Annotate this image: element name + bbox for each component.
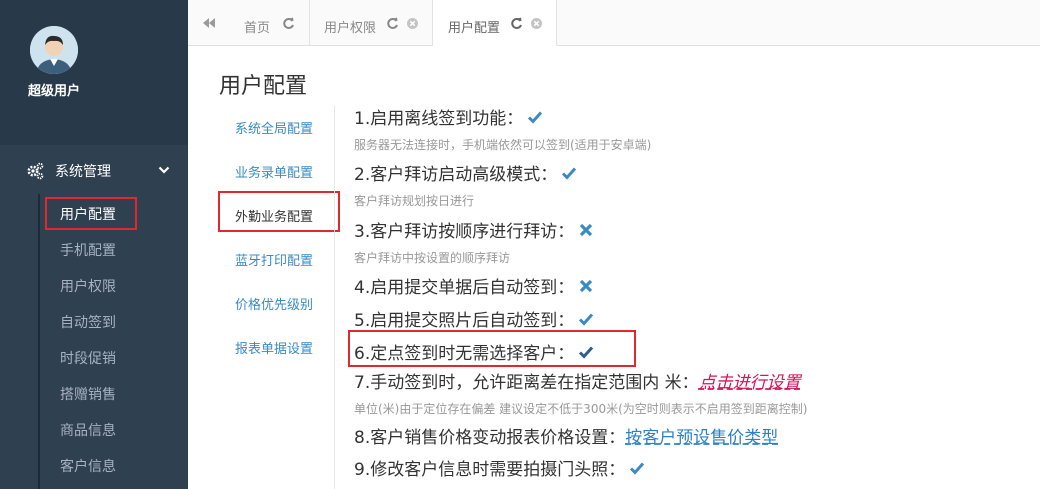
nav-global-config[interactable]: 系统全局配置 (235, 118, 313, 137)
refresh-icon[interactable] (386, 17, 399, 30)
option-label: 8.客户销售价格变动报表价格设置： (354, 428, 626, 448)
gears-icon (27, 162, 44, 180)
submenu-line (38, 194, 40, 489)
sidebar-item-timed-promotion[interactable]: 时段促销 (60, 348, 116, 368)
username: 超级用户 (28, 84, 81, 99)
user-profile: 超级用户 (0, 0, 188, 145)
menu-title: 系统管理 (55, 164, 111, 180)
option-3: 3.客户拜访按顺序进行拜访： (354, 217, 594, 242)
option-4: 4.启用提交单据后自动签到： (354, 273, 594, 298)
option-3-desc: 客户拜访中按设置的顺序拜访 (354, 251, 511, 265)
sidebar-item-customer-info[interactable]: 客户信息 (60, 456, 116, 476)
annotation-highlight-nav (218, 191, 340, 232)
close-icon[interactable] (530, 17, 543, 30)
backward-icon[interactable] (202, 16, 216, 30)
sidebar-item-mobile-config[interactable]: 手机配置 (60, 240, 116, 260)
option-label: 9.修改客户信息时需要拍摄门头照： (354, 460, 626, 480)
option-7: 7.手动签到时，允许距离差在指定范围内 米：点击进行设置 (354, 368, 801, 393)
option-9: 9.修改客户信息时需要拍摄门头照： (354, 455, 645, 480)
option-label: 3.客户拜访按顺序进行拜访： (354, 222, 575, 242)
tab-label: 用户配置 (448, 21, 501, 36)
option-5: 5.启用提交照片后自动签到： (354, 306, 594, 331)
annotation-highlight-option (348, 330, 636, 367)
menu-system-management[interactable]: 系统管理 (0, 150, 188, 192)
refresh-icon[interactable] (510, 17, 523, 30)
user-avatar-icon (30, 26, 78, 74)
nav-report-settings[interactable]: 报表单据设置 (235, 338, 313, 357)
distance-setting-link[interactable]: 点击进行设置 (699, 373, 801, 393)
page-title: 用户配置 (219, 74, 308, 99)
option-7-desc: 单位(米)由于定位存在偏差 建议设定不低于300米(为空时则表示不启用签到距离控… (354, 402, 808, 416)
nav-bluetooth-print-config[interactable]: 蓝牙打印配置 (235, 250, 313, 269)
tab-home[interactable]: 首页 (228, 0, 310, 46)
option-label: 5.启用提交照片后自动签到： (354, 311, 575, 331)
option-1: 1.启用离线签到功能： (354, 104, 543, 129)
tab-bar: 首页 用户权限 用户配置 (188, 0, 1040, 46)
avatar[interactable] (30, 26, 78, 74)
nav-price-priority[interactable]: 价格优先级别 (235, 294, 313, 313)
sidebar-item-product-info[interactable]: 商品信息 (60, 420, 116, 440)
divider (334, 106, 335, 489)
tab-label: 用户权限 (324, 21, 377, 36)
chevron-down-icon (158, 166, 170, 174)
check-icon[interactable] (578, 311, 594, 327)
main-content: 用户配置 系统全局配置 业务录单配置 外勤业务配置 蓝牙打印配置 价格优先级别 … (188, 46, 1040, 489)
price-type-link[interactable]: 按客户预设售价类型 (625, 428, 778, 448)
sidebar-item-user-permissions[interactable]: 用户权限 (60, 276, 116, 296)
sidebar-item-auto-signin[interactable]: 自动签到 (60, 312, 116, 332)
option-2: 2.客户拜访启动高级模式： (354, 160, 577, 185)
cross-icon[interactable] (578, 222, 594, 238)
option-1-desc: 服务器无法连接时，手机端依然可以签到(适用于安卓端) (354, 138, 652, 152)
tab-user-config[interactable]: 用户配置 (433, 0, 557, 46)
option-2-desc: 客户拜访规划按日进行 (354, 194, 475, 208)
check-icon[interactable] (527, 109, 543, 125)
nav-order-entry-config[interactable]: 业务录单配置 (235, 162, 313, 181)
option-label: 7.手动签到时，允许距离差在指定范围内 米： (354, 373, 699, 393)
check-icon[interactable] (629, 460, 645, 476)
annotation-highlight-sidebar (45, 197, 137, 230)
cross-icon[interactable] (578, 278, 594, 294)
check-icon[interactable] (561, 165, 577, 181)
option-label: 1.启用离线签到功能： (354, 109, 524, 129)
option-label: 2.客户拜访启动高级模式： (354, 165, 558, 185)
option-8: 8.客户销售价格变动报表价格设置：按客户预设售价类型 (354, 423, 778, 448)
option-label: 4.启用提交单据后自动签到： (354, 278, 575, 298)
sidebar: 超级用户 系统管理 用户配置 手机配置 用户权限 自动签到 时段促销 搭赠销售 … (0, 0, 188, 489)
close-icon[interactable] (406, 17, 419, 30)
tab-label: 首页 (244, 21, 271, 36)
sidebar-item-bundle-sales[interactable]: 搭赠销售 (60, 384, 116, 404)
app-root: 超级用户 系统管理 用户配置 手机配置 用户权限 自动签到 时段促销 搭赠销售 … (0, 0, 1040, 489)
refresh-icon[interactable] (282, 17, 295, 30)
tab-user-permissions[interactable]: 用户权限 (310, 0, 433, 46)
